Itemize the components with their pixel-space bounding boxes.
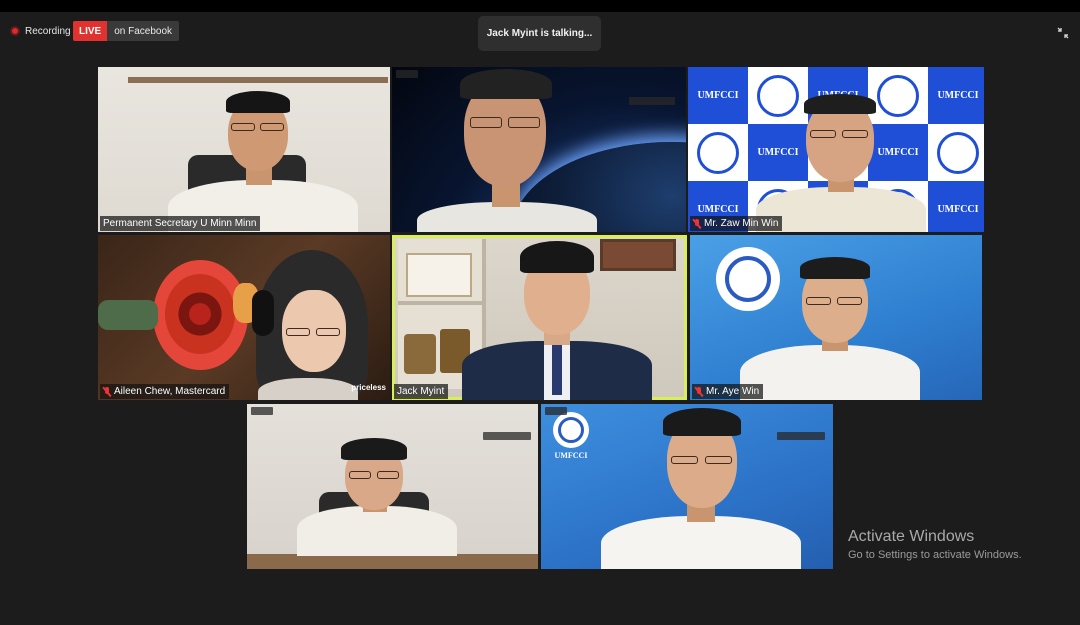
virtual-bg-label <box>483 432 531 440</box>
live-target-label: on Facebook <box>107 21 180 41</box>
activate-windows-title: Activate Windows <box>848 528 975 545</box>
active-speaker-indicator: Jack Myint is talking... <box>478 16 601 51</box>
umfcci-seal-icon <box>928 124 984 181</box>
recording-mini-label <box>251 407 273 415</box>
umfcci-logo: UMFCCI <box>551 412 591 462</box>
recording-mini-label <box>545 407 567 415</box>
backdrop-cell: UMFCCI <box>928 181 984 232</box>
recording-mini-label <box>396 70 418 78</box>
video-tile-participant-8[interactable]: UMFCCI <box>541 404 833 569</box>
participant-name-tag: Permanent Secretary U Minn Minn <box>100 216 261 231</box>
participant-name: Aileen Chew, Mastercard <box>114 386 226 397</box>
recording-label: Recording <box>25 25 71 37</box>
participant-name: Permanent Secretary U Minn Minn <box>103 218 257 229</box>
exit-fullscreen-icon[interactable] <box>1054 24 1072 42</box>
participant-name-tag: Mr. Zaw Min Win <box>690 216 783 231</box>
participant-figure <box>740 257 930 400</box>
virtual-bg-label <box>777 432 825 440</box>
necktie <box>552 345 562 395</box>
wall-rail <box>128 77 388 83</box>
video-tile-u-minn-minn[interactable]: Permanent Secretary U Minn Minn <box>98 67 390 232</box>
backdrop-cell: UMFCCI <box>688 67 748 124</box>
participant-figure <box>601 408 801 569</box>
participant-figure <box>748 92 928 232</box>
video-tile-zaw-min-win[interactable]: UMFCCI UMFCCI UMFCCI UMFCCI UMFCCI UMFCC… <box>688 67 984 232</box>
participant-figure <box>297 438 457 569</box>
top-strip <box>0 0 1080 12</box>
mic-muted-icon <box>693 218 701 229</box>
backdrop-cell: UMFCCI <box>928 67 984 124</box>
video-tile-jack-myint[interactable]: Jack Myint <box>392 235 687 400</box>
headphones <box>252 290 274 336</box>
zoom-meeting-window: Recording LIVE on Facebook Jack Myint is… <box>0 0 1080 625</box>
umfcci-seal-icon <box>688 124 748 181</box>
participant-figure <box>412 67 602 232</box>
priceless-logo: priceless <box>351 383 386 392</box>
hand <box>98 300 158 330</box>
mic-muted-icon <box>695 386 703 397</box>
video-tile-participant-2[interactable] <box>392 67 686 232</box>
participant-figure <box>238 250 388 400</box>
record-icon <box>10 26 20 36</box>
participant-figure <box>158 85 358 232</box>
participant-name-tag: Jack Myint <box>394 384 449 399</box>
live-stream-indicator[interactable]: LIVE on Facebook <box>73 21 180 41</box>
video-tile-participant-7[interactable] <box>247 404 538 569</box>
recording-indicator[interactable]: Recording <box>6 21 75 41</box>
participant-figure <box>462 241 652 400</box>
live-badge: LIVE <box>73 21 108 41</box>
video-tile-aileen-chew[interactable]: priceless Aileen Chew, Mastercard <box>98 235 390 400</box>
participant-name: Mr. Zaw Min Win <box>704 218 779 229</box>
participant-name-tag: Aileen Chew, Mastercard <box>100 384 230 399</box>
umfcci-logo-text: UMFCCI <box>554 451 588 460</box>
mic-muted-icon <box>103 386 111 397</box>
activate-windows-watermark: Activate Windows Go to Settings to activ… <box>848 528 1022 561</box>
activate-windows-subtitle: Go to Settings to activate Windows. <box>848 549 1022 561</box>
virtual-bg-label <box>629 97 675 105</box>
umfcci-seal-icon <box>553 412 589 448</box>
participant-name-tag: Mr. Aye Win <box>692 384 764 399</box>
participant-name: Mr. Aye Win <box>706 386 760 397</box>
participant-name: Jack Myint <box>397 386 445 397</box>
video-tile-aye-win[interactable]: Mr. Aye Win <box>690 235 982 400</box>
